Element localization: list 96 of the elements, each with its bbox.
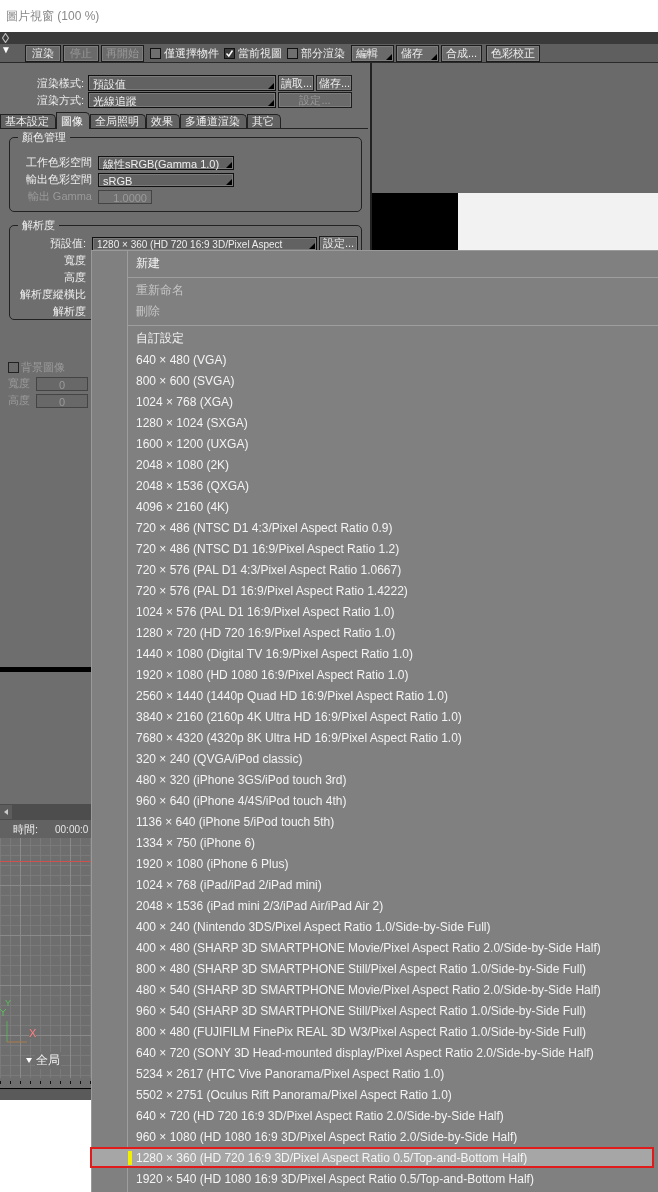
dropdown-corner-icon <box>268 100 274 106</box>
menu-item[interactable]: 自訂設定 <box>92 328 658 349</box>
menu-item[interactable]: 720 × 576 (PAL D1 4:3/Pixel Aspect Ratio 1.0667) <box>92 559 658 580</box>
menu-item[interactable]: 480 × 540 (SHARP 3D SMARTPHONE Movie/Pixel Aspect Ratio 2.0/Side-by-Side Half) <box>92 979 658 1000</box>
menu-item[interactable]: 2048 × 1536 (iPad mini 2/3/iPad Air/iPad Air 2) <box>92 895 658 916</box>
collapse-toggle[interactable]: ▼ <box>0 44 23 56</box>
dropdown-corner-icon <box>226 178 232 185</box>
diamond-icon <box>2 33 9 43</box>
menu-item[interactable]: 1024 × 768 (XGA) <box>92 391 658 412</box>
scroll-left-button[interactable] <box>0 805 12 819</box>
menu-item[interactable]: 1920 × 1080 (iPhone 6 Plus) <box>92 853 658 874</box>
toolbar-button[interactable]: 合成... <box>441 44 483 62</box>
dropdown-button[interactable]: 編輯 <box>351 44 394 62</box>
dropdown-corner-icon <box>386 53 392 60</box>
menu-item[interactable]: 400 × 480 (SHARP 3D SMARTPHONE Movie/Pixel Aspect Ratio 2.0/Side-by-Side Half) <box>92 937 658 958</box>
field-label: 解析度縱橫比 <box>19 287 87 302</box>
menu-item[interactable]: 800 × 600 (SVGA) <box>92 370 658 391</box>
menu-item[interactable]: 1136 × 640 (iPhone 5/iPod touch 5th) <box>92 811 658 832</box>
dropdown-corner-icon <box>268 83 274 89</box>
field-label: 寬度 <box>63 253 87 268</box>
menu-item[interactable]: 1920 × 1080 (HD 1080 16:9/Pixel Aspect Ratio 1.0) <box>92 664 658 685</box>
field-label: 解析度 <box>52 304 87 319</box>
checkbox[interactable] <box>224 47 235 59</box>
group-title: 顏色管理 <box>18 130 70 145</box>
menu-item[interactable]: 640 × 720 (HD 720 16:9 3D/Pixel Aspect Ratio 2.0/Side-by-Side Half) <box>92 1105 658 1126</box>
dropdown[interactable]: 1280 × 360 (HD 720 16:9 3D/Pixel Aspect <box>92 236 317 251</box>
menu-item[interactable]: 2560 × 1440 (1440p Quad HD 16:9/Pixel Aspect Ratio 1.0) <box>92 685 658 706</box>
menu-item[interactable]: 2048 × 1080 (2K) <box>92 454 658 475</box>
menu-item[interactable]: 720 × 486 (NTSC D1 16:9/Pixel Aspect Ratio 1.2) <box>92 538 658 559</box>
menu-item[interactable]: 1024 × 576 (PAL D1 16:9/Pixel Aspect Ratio 1.0) <box>92 601 658 622</box>
menu-item[interactable]: 1334 × 750 (iPhone 6) <box>92 832 658 853</box>
dropdown[interactable]: 線性sRGB(Gamma 1.0) <box>98 155 234 170</box>
dropdown[interactable]: sRGB <box>98 172 234 187</box>
menu-item[interactable]: 新建 <box>92 253 658 274</box>
menu-item[interactable]: 1440 × 1080 (Digital TV 16:9/Pixel Aspect Ratio 1.0) <box>92 643 658 664</box>
menu-item[interactable]: 1920 × 540 (HD 1080 16:9 3D/Pixel Aspect Ratio 0.5/Top-and-Bottom Half) <box>92 1168 658 1189</box>
checkbox-label: 部分渲染 <box>301 45 345 61</box>
view-label: 全局 <box>35 1052 61 1069</box>
toolbar-button[interactable]: 色彩校正 <box>486 44 541 62</box>
checkbox-label: 當前視圖 <box>238 45 282 61</box>
checkbox[interactable] <box>150 47 161 59</box>
menu-item[interactable]: 1024 × 768 (iPad/iPad 2/iPad mini) <box>92 874 658 895</box>
dropdown-button[interactable]: 儲存 <box>396 44 439 62</box>
menu-item[interactable]: 5502 × 2751 (Oculus Rift Panorama/Pixel Aspect Ratio 1.0) <box>92 1084 658 1105</box>
menu-item[interactable]: 3840 × 2160 (2160p 4K Ultra HD 16:9/Pixel Aspect Ratio 1.0) <box>92 706 658 727</box>
dropdown-corner-icon <box>226 161 232 168</box>
dropdown-corner-icon <box>309 242 315 249</box>
time-value: 00:00:0 <box>55 823 89 835</box>
checkbox[interactable] <box>287 47 298 59</box>
menu-item[interactable]: 320 × 240 (QVGA/iPod classic) <box>92 748 658 769</box>
menu-item[interactable]: 960 × 1080 (HD 1080 16:9 3D/Pixel Aspect Ratio 2.0/Side-by-Side Half) <box>92 1126 658 1147</box>
tab[interactable]: 圖像 <box>56 112 90 129</box>
field-label: 工作色彩空間 <box>25 155 93 170</box>
menu-item[interactable]: 720 × 486 (NTSC D1 4:3/Pixel Aspect Ratio 0.9) <box>92 517 658 538</box>
menu-item[interactable]: 1280 × 720 (HD 720 16:9/Pixel Aspect Ratio 1.0) <box>92 622 658 643</box>
tab[interactable]: 效果 <box>146 114 180 128</box>
dropdown[interactable]: 光線追蹤 <box>88 92 276 108</box>
dropdown-corner-icon <box>431 53 437 60</box>
tab[interactable]: 基本設定 <box>0 114 56 128</box>
menu-item[interactable]: 960 × 540 (SHARP 3D SMARTPHONE Still/Pixel Aspect Ratio 1.0/Side-by-Side Full) <box>92 1000 658 1021</box>
menu-item[interactable]: 720 × 576 (PAL D1 16:9/Pixel Aspect Ratio 1.4222) <box>92 580 658 601</box>
menu-item[interactable]: 960 × 640 (iPhone 4/4S/iPod touch 4th) <box>92 790 658 811</box>
field-label: 渲染方式: <box>35 92 85 108</box>
caret-down-icon[interactable] <box>26 1058 32 1063</box>
tab[interactable]: 多通道渲染 <box>180 114 247 128</box>
field-label: 高度 <box>63 270 87 285</box>
triangle-left-icon <box>4 809 8 815</box>
group-title: 解析度 <box>18 218 59 233</box>
menu-item[interactable]: 5234 × 2617 (HTC Vive Panorama/Pixel Aspect Ratio 1.0) <box>92 1063 658 1084</box>
menu-item[interactable]: 2048 × 1536 (QXGA) <box>92 475 658 496</box>
time-label: 時間: <box>12 821 40 837</box>
menu-item[interactable]: 7680 × 4320 (4320p 8K Ultra HD 16:9/Pixel Aspect Ratio 1.0) <box>92 727 658 748</box>
menu-item[interactable]: 1600 × 1200 (UXGA) <box>92 433 658 454</box>
menu-item[interactable]: 640 × 480 (VGA) <box>92 349 658 370</box>
axis-y-label: Y <box>5 998 11 1008</box>
menu-item[interactable]: 480 × 320 (iPhone 3GS/iPod touch 3rd) <box>92 769 658 790</box>
menu-item[interactable]: 1280 × 360 (HD 720 16:9 3D/Pixel Aspect Ratio 0.5/Top-and-Bottom Half) <box>90 1147 654 1168</box>
tab[interactable]: 全局照明 <box>90 114 146 128</box>
axis-x-label: X <box>29 1027 37 1039</box>
menu-item[interactable]: 1280 × 1024 (SXGA) <box>92 412 658 433</box>
checkbox-label: 僅選擇物件 <box>164 45 219 61</box>
field-label: 輸出色彩空間 <box>25 172 93 187</box>
button[interactable]: 儲存... <box>316 75 352 91</box>
menu-item[interactable]: 800 × 480 (FUJIFILM FinePix REAL 3D W3/Pixel Aspect Ratio 1.0/Side-by-Side Full) <box>92 1021 658 1042</box>
window-title: 圖片視窗 (100 %) <box>6 7 100 25</box>
dropdown[interactable]: 預設值 <box>88 75 276 91</box>
field-label: 渲染樣式: <box>35 75 85 91</box>
menu-item[interactable]: 4096 × 2160 (4K) <box>92 496 658 517</box>
field-label: 預設值: <box>48 236 87 251</box>
button[interactable]: 讀取... <box>278 75 314 91</box>
menu-item[interactable]: 800 × 480 (SHARP 3D SMARTPHONE Still/Pixel Aspect Ratio 1.0/Side-by-Side Full) <box>92 958 658 979</box>
selection-marker <box>128 1151 132 1165</box>
tab[interactable]: 其它 <box>247 114 281 128</box>
toolbar-button[interactable]: 渲染 <box>25 44 61 62</box>
menu-item[interactable]: 640 × 720 (SONY 3D Head-mounted display/Pixel Aspect Ratio 2.0/Side-by-Side Half) <box>92 1042 658 1063</box>
menu-item[interactable]: 400 × 240 (Nintendo 3DS/Pixel Aspect Ratio 1.0/Side-by-Side Full) <box>92 916 658 937</box>
